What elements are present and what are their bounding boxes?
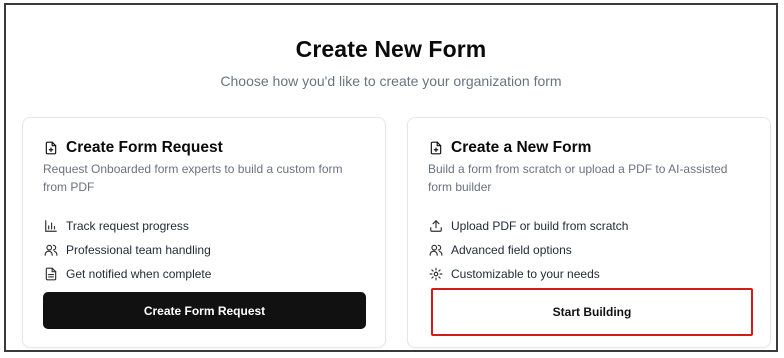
card-header: Create a New Form [429, 139, 591, 157]
feature-label: Upload PDF or build from scratch [451, 219, 629, 233]
create-new-form-card: Create a New Form Build a form from scra… [407, 117, 771, 348]
feature-label: Advanced field options [451, 243, 572, 257]
gear-icon [429, 267, 443, 281]
file-text-icon [44, 267, 58, 281]
list-item: Advanced field options [429, 238, 628, 262]
feature-label: Get notified when complete [66, 267, 212, 281]
feature-label: Professional team handling [66, 243, 211, 257]
page-subtitle: Choose how you'd like to create your org… [220, 73, 562, 89]
file-plus-icon [429, 141, 443, 155]
create-form-request-button[interactable]: Create Form Request [43, 292, 366, 329]
feature-list: Upload PDF or build from scratch Advance… [429, 214, 628, 286]
feature-label: Customizable to your needs [451, 267, 600, 281]
card-title: Create a New Form [451, 139, 592, 156]
form-creation-panel: Create New Form Choose how you'd like to… [4, 3, 778, 352]
card-description: Request Onboarded form experts to build … [43, 162, 343, 194]
list-item: Customizable to your needs [429, 262, 628, 286]
card-description: Build a form from scratch or upload a PD… [428, 162, 728, 194]
page-title: Create New Form [295, 36, 487, 62]
upload-icon [429, 219, 443, 233]
list-item: Upload PDF or build from scratch [429, 214, 628, 238]
bar-chart-icon [44, 219, 58, 233]
card-title: Create Form Request [66, 139, 223, 156]
create-form-request-card: Create Form Request Request Onboarded fo… [22, 117, 386, 348]
card-header: Create Form Request [44, 139, 223, 157]
users-icon [429, 243, 443, 257]
list-item: Track request progress [44, 214, 211, 238]
list-item: Professional team handling [44, 238, 211, 262]
users-icon [44, 243, 58, 257]
start-building-button[interactable]: Start Building [431, 288, 753, 336]
list-item: Get notified when complete [44, 262, 211, 286]
file-plus-icon [44, 141, 58, 155]
feature-label: Track request progress [66, 219, 189, 233]
feature-list: Track request progress Professional team… [44, 214, 211, 286]
